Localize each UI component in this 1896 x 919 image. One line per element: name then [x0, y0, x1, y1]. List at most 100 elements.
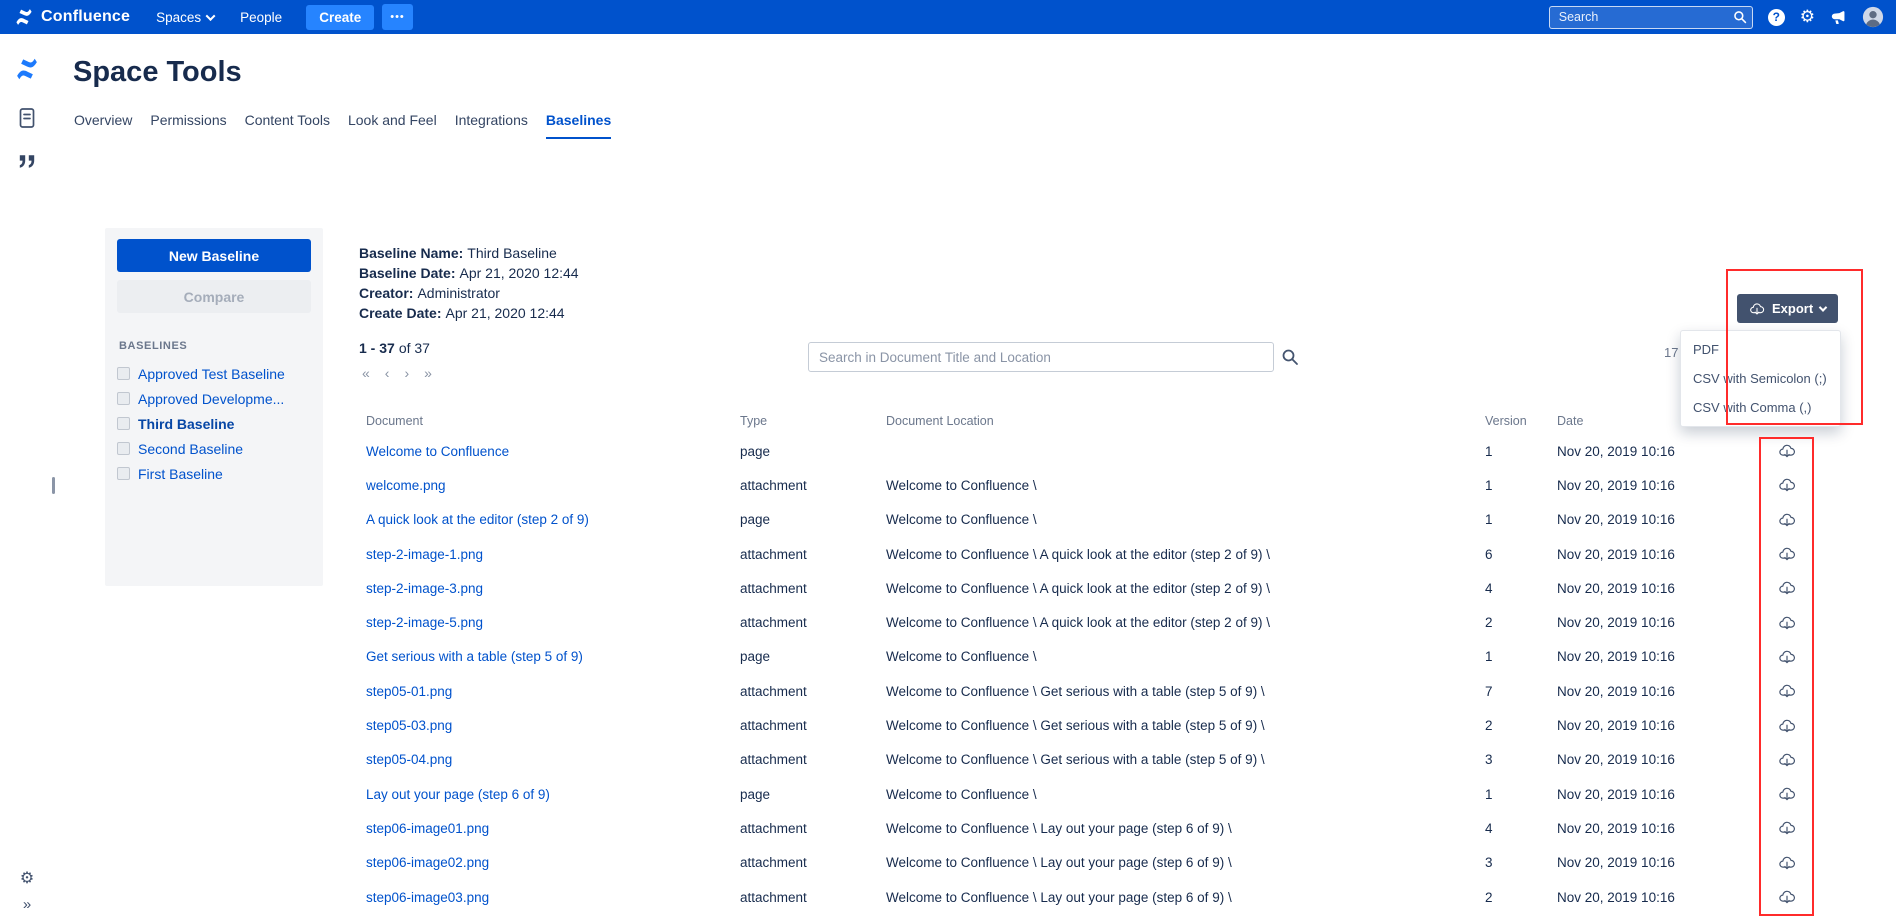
- document-link[interactable]: step06-image01.png: [366, 821, 489, 836]
- version-cell: 2: [1485, 615, 1557, 630]
- date-cell: Nov 20, 2019 10:16: [1557, 890, 1737, 905]
- baseline-checkbox[interactable]: [117, 392, 130, 405]
- table-row: Get serious with a table (step 5 of 9)pa…: [366, 640, 1837, 674]
- column-header-type: Type: [740, 414, 886, 428]
- download-icon[interactable]: [1778, 889, 1796, 905]
- column-header-document: Document: [366, 414, 740, 428]
- baseline-label[interactable]: Approved Developme...: [138, 391, 284, 407]
- date-cell: Nov 20, 2019 10:16: [1557, 444, 1737, 459]
- compare-button[interactable]: Compare: [117, 280, 311, 313]
- table-row: step-2-image-1.pngattachmentWelcome to C…: [366, 537, 1837, 571]
- type-cell: page: [740, 787, 886, 802]
- document-link[interactable]: step-2-image-1.png: [366, 547, 483, 562]
- table-row: Welcome to Confluencepage1Nov 20, 2019 1…: [366, 434, 1837, 468]
- document-search[interactable]: [808, 342, 1274, 372]
- download-icon[interactable]: [1778, 649, 1796, 665]
- megaphone-icon[interactable]: [1830, 9, 1847, 25]
- document-link[interactable]: Lay out your page (step 6 of 9): [366, 787, 550, 802]
- download-icon[interactable]: [1778, 580, 1796, 596]
- expand-sidebar-icon[interactable]: »: [23, 896, 31, 913]
- settings-gear-icon[interactable]: ⚙: [20, 870, 34, 886]
- download-icon[interactable]: [1778, 546, 1796, 562]
- document-link[interactable]: Welcome to Confluence: [366, 444, 509, 459]
- document-link[interactable]: step05-03.png: [366, 718, 452, 733]
- table-row: A quick look at the editor (step 2 of 9)…: [366, 503, 1837, 537]
- first-page-button[interactable]: «: [362, 365, 370, 381]
- space-logo-icon[interactable]: [14, 56, 40, 82]
- document-link[interactable]: step-2-image-3.png: [366, 581, 483, 596]
- baseline-checkbox[interactable]: [117, 417, 130, 430]
- baseline-list-item[interactable]: Approved Test Baseline: [117, 361, 311, 386]
- confluence-logo[interactable]: Confluence: [14, 7, 130, 27]
- baseline-checkbox[interactable]: [117, 442, 130, 455]
- create-button[interactable]: Create: [306, 5, 374, 30]
- export-menu-item-csv-with-semicolon[interactable]: CSV with Semicolon (;): [1681, 364, 1840, 393]
- sidebar-resize-handle[interactable]: [52, 477, 55, 494]
- tab-baselines[interactable]: Baselines: [546, 112, 611, 139]
- search-icon[interactable]: [1733, 10, 1747, 24]
- next-page-button[interactable]: ›: [404, 365, 409, 381]
- avatar[interactable]: [1862, 6, 1884, 28]
- document-link[interactable]: step05-01.png: [366, 684, 452, 699]
- tab-integrations[interactable]: Integrations: [455, 112, 528, 139]
- baseline-list-item[interactable]: Third Baseline: [117, 411, 311, 436]
- nav-people[interactable]: People: [240, 10, 282, 25]
- quote-icon[interactable]: [18, 154, 36, 169]
- document-search-input[interactable]: [808, 342, 1274, 372]
- location-cell: Welcome to Confluence \: [886, 512, 1485, 527]
- document-link[interactable]: A quick look at the editor (step 2 of 9): [366, 512, 589, 527]
- version-cell: 1: [1485, 478, 1557, 493]
- version-cell: 1: [1485, 512, 1557, 527]
- more-button[interactable]: •••: [382, 4, 413, 30]
- document-link[interactable]: welcome.png: [366, 478, 446, 493]
- baseline-list-item[interactable]: Second Baseline: [117, 436, 311, 461]
- baseline-label[interactable]: Second Baseline: [138, 441, 243, 457]
- download-icon[interactable]: [1778, 718, 1796, 734]
- global-search[interactable]: [1549, 6, 1753, 29]
- document-link[interactable]: Get serious with a table (step 5 of 9): [366, 649, 583, 664]
- version-cell: 1: [1485, 444, 1557, 459]
- tab-look-and-feel[interactable]: Look and Feel: [348, 112, 437, 139]
- baseline-label[interactable]: First Baseline: [138, 466, 223, 482]
- download-icon[interactable]: [1778, 615, 1796, 631]
- export-menu-item-csv-with-comma[interactable]: CSV with Comma (,): [1681, 393, 1840, 422]
- gear-icon[interactable]: ⚙: [1800, 9, 1815, 26]
- chevron-down-icon: [1819, 303, 1827, 311]
- download-icon[interactable]: [1778, 752, 1796, 768]
- help-icon[interactable]: ?: [1768, 9, 1785, 26]
- tab-overview[interactable]: Overview: [74, 112, 132, 139]
- tab-content-tools[interactable]: Content Tools: [245, 112, 330, 139]
- table-row: step05-04.pngattachmentWelcome to Conflu…: [366, 743, 1837, 777]
- document-search-icon[interactable]: [1281, 348, 1299, 366]
- new-baseline-button[interactable]: New Baseline: [117, 239, 311, 272]
- journal-icon[interactable]: [17, 107, 37, 129]
- baseline-checkbox[interactable]: [117, 367, 130, 380]
- export-button[interactable]: Export: [1737, 294, 1838, 323]
- document-link[interactable]: step-2-image-5.png: [366, 615, 483, 630]
- download-icon[interactable]: [1778, 683, 1796, 699]
- date-cell: Nov 20, 2019 10:16: [1557, 547, 1737, 562]
- prev-page-button[interactable]: ‹: [385, 365, 390, 381]
- download-icon[interactable]: [1778, 855, 1796, 871]
- location-cell: Welcome to Confluence \ Lay out your pag…: [886, 821, 1485, 836]
- document-link[interactable]: step06-image02.png: [366, 855, 489, 870]
- document-link[interactable]: step06-image03.png: [366, 890, 489, 905]
- version-cell: 3: [1485, 855, 1557, 870]
- download-icon[interactable]: [1778, 443, 1796, 459]
- baseline-list-item[interactable]: First Baseline: [117, 461, 311, 486]
- global-search-input[interactable]: [1549, 6, 1753, 29]
- download-icon[interactable]: [1778, 786, 1796, 802]
- baseline-label[interactable]: Third Baseline: [138, 416, 234, 432]
- baseline-label[interactable]: Approved Test Baseline: [138, 366, 285, 382]
- download-icon[interactable]: [1778, 512, 1796, 528]
- download-icon[interactable]: [1778, 820, 1796, 836]
- baseline-checkbox[interactable]: [117, 467, 130, 480]
- nav-spaces[interactable]: Spaces: [156, 10, 214, 25]
- last-page-button[interactable]: »: [424, 365, 432, 381]
- table-row: step05-03.pngattachmentWelcome to Conflu…: [366, 708, 1837, 742]
- document-link[interactable]: step05-04.png: [366, 752, 452, 767]
- download-icon[interactable]: [1778, 477, 1796, 493]
- export-menu-item-pdf[interactable]: PDF: [1681, 335, 1840, 364]
- baseline-list-item[interactable]: Approved Developme...: [117, 386, 311, 411]
- tab-permissions[interactable]: Permissions: [150, 112, 226, 139]
